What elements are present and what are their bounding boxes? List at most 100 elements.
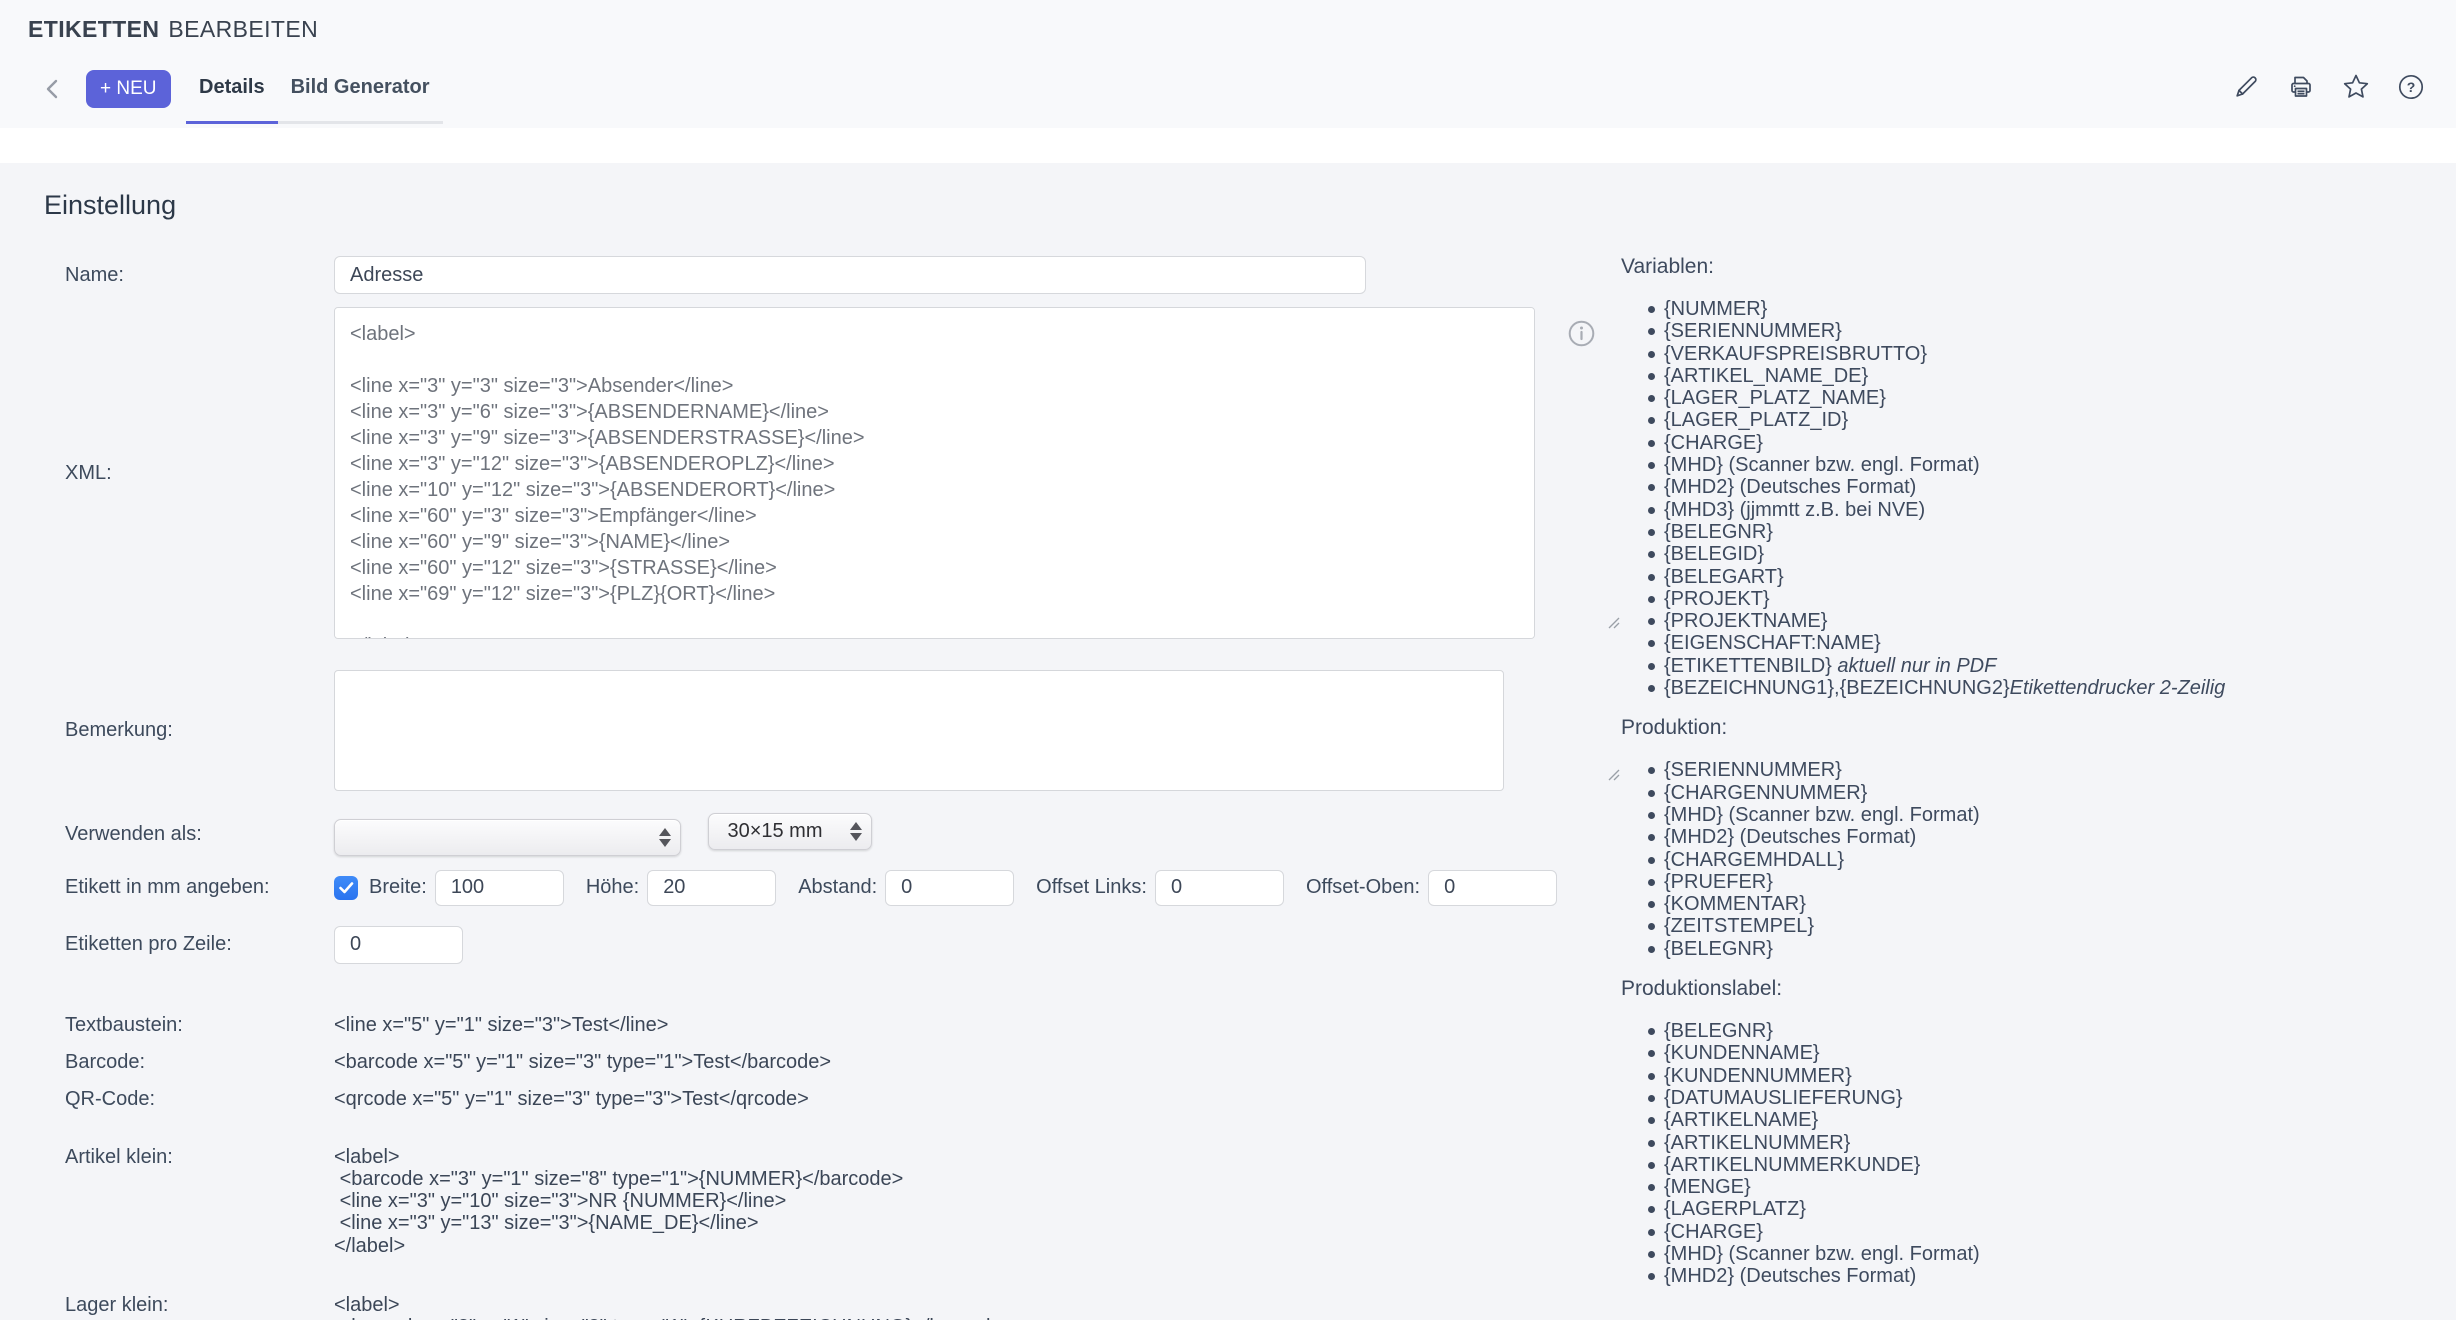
variable-text: {MHD2} (Deutsches Format): [1664, 476, 1916, 498]
back-button[interactable]: [36, 74, 70, 108]
mm-field-label: Offset Links:: [1036, 876, 1147, 899]
variable-text: {BELEGART}: [1664, 566, 1784, 588]
variable-item: {KOMMENTAR}: [1648, 893, 2433, 915]
variable-item: {MHD} (Scanner bzw. engl. Format): [1648, 804, 2433, 826]
variable-item: {KUNDENNUMMER}: [1648, 1065, 2433, 1087]
form-row-verwenden-als: Verwenden als: 30×15 mm: [44, 813, 1624, 856]
bemerkung-label: Bemerkung:: [44, 719, 334, 742]
variable-text: {ARTIKELNUMMER}: [1664, 1132, 1850, 1154]
variables-panel: Variablen: {NUMMER} {SERIENNUMMER} {VERK…: [1621, 255, 2433, 1305]
format-select[interactable]: 30×15 mm: [708, 813, 872, 850]
variable-item: {SERIENNUMMER}: [1648, 320, 2433, 342]
variable-text: {MHD} (Scanner bzw. engl. Format): [1664, 454, 1980, 476]
variable-text: {NUMMER}: [1664, 298, 1767, 320]
svg-text:?: ?: [2407, 79, 2416, 95]
select-arrows-icon: [659, 828, 671, 847]
form-row-artikel-klein: Artikel klein: <label> <barcode x="3" y=…: [44, 1146, 1624, 1257]
resize-handle-icon[interactable]: [1606, 615, 1620, 634]
variable-text: {MHD3} (jjmmtt z.B. bei NVE): [1664, 499, 1925, 521]
variable-item: {BELEGID}: [1648, 543, 2433, 565]
variable-item: {CHARGE}: [1648, 432, 2433, 454]
form-row-barcode: Barcode: <barcode x="5" y="1" size="3" t…: [44, 1051, 1624, 1074]
variable-item: {MHD} (Scanner bzw. engl. Format): [1648, 1243, 2433, 1265]
mm-field-input[interactable]: [1155, 870, 1284, 906]
lager-klein-label: Lager klein:: [44, 1294, 334, 1317]
variable-item: {CHARGEMHDALL}: [1648, 849, 2433, 871]
variable-text: {MHD} (Scanner bzw. engl. Format): [1664, 804, 1980, 826]
xml-textarea[interactable]: <label> <line x="3" y="3" size="3">Absen…: [334, 307, 1535, 639]
variable-item: {PROJEKTNAME}: [1648, 610, 2433, 632]
mm-field: Höhe:: [586, 870, 798, 906]
variable-item: {ARTIKEL_NAME_DE}: [1648, 365, 2433, 387]
mm-field-input[interactable]: [1428, 870, 1557, 906]
question-circle-icon[interactable]: ?: [2396, 72, 2426, 102]
etiketten-pro-zeile-label: Etiketten pro Zeile:: [44, 933, 334, 956]
variable-text: {CHARGEMHDALL}: [1664, 849, 1844, 871]
select-arrows-icon: [850, 822, 862, 841]
variable-item: {PRUEFER}: [1648, 871, 2433, 893]
qrcode-label: QR-Code:: [44, 1088, 334, 1111]
toolbar-icons: ?: [2231, 72, 2426, 102]
produktion-list: {SERIENNUMMER} {CHARGENNUMMER} {MHD} (Sc…: [1621, 759, 2433, 960]
variable-item: {BELEGNR}: [1648, 938, 2433, 960]
etiketten-pro-zeile-input[interactable]: [334, 926, 463, 964]
mm-field-input[interactable]: [647, 870, 776, 906]
form-row-etikett-mm: Etikett in mm angeben: Breite: Höhe:: [44, 870, 1624, 906]
variable-item: {MHD2} (Deutsches Format): [1648, 826, 2433, 848]
barcode-value: <barcode x="5" y="1" size="3" type="1">T…: [334, 1051, 1624, 1073]
variables-list: {NUMMER} {SERIENNUMMER} {VERKAUFSPREISBR…: [1621, 298, 2433, 699]
name-label: Name:: [44, 264, 334, 287]
variable-item: {KUNDENNAME}: [1648, 1042, 2433, 1064]
variable-text: {SERIENNUMMER}: [1664, 759, 1842, 781]
verwenden-als-select[interactable]: [334, 819, 681, 856]
variable-text: {ZEITSTEMPEL}: [1664, 915, 1814, 937]
variable-text: {ARTIKEL_NAME_DE}: [1664, 365, 1868, 387]
tab-bild-generator[interactable]: Bild Generator: [278, 76, 443, 124]
variable-text: {LAGER_PLATZ_NAME}: [1664, 387, 1886, 409]
xml-label: XML:: [44, 462, 334, 485]
mm-field-label: Abstand:: [798, 876, 877, 899]
variable-text: {BEZEICHNUNG1},{BEZEICHNUNG2}: [1664, 677, 2010, 699]
bemerkung-textarea[interactable]: [334, 670, 1504, 791]
variables-section-title: Variablen:: [1621, 255, 2433, 279]
artikel-klein-label: Artikel klein:: [44, 1146, 334, 1169]
chevron-left-icon: [40, 76, 66, 107]
info-circle-icon[interactable]: [1567, 319, 1596, 353]
etikett-mm-checkbox[interactable]: [334, 876, 358, 900]
toolbar-divider-strip: [0, 128, 2456, 163]
etikett-mm-fields: Breite: Höhe: Abstand: Offset Li: [334, 870, 1624, 906]
new-button[interactable]: + NEU: [86, 70, 171, 108]
mm-field: Offset-Oben:: [1306, 870, 1579, 906]
variable-text: {ARTIKELNAME}: [1664, 1109, 1818, 1131]
variable-item: {MHD} (Scanner bzw. engl. Format): [1648, 454, 2433, 476]
variable-text: {MHD} (Scanner bzw. engl. Format): [1664, 1243, 1980, 1265]
variable-text: {CHARGE}: [1664, 432, 1763, 454]
printer-icon[interactable]: [2286, 72, 2316, 102]
variable-item: {LAGERPLATZ}: [1648, 1198, 2433, 1220]
variable-text: {MHD2} (Deutsches Format): [1664, 1265, 1916, 1287]
variable-text: {BELEGNR}: [1664, 1020, 1773, 1042]
textbaustein-label: Textbaustein:: [44, 1014, 334, 1037]
variable-item: {ARTIKELNUMMERKUNDE}: [1648, 1154, 2433, 1176]
variable-text: {SERIENNUMMER}: [1664, 320, 1842, 342]
variable-item: {PROJEKT}: [1648, 588, 2433, 610]
variable-note: aktuell nur in PDF: [1837, 655, 1996, 677]
variable-text: {EIGENSCHAFT:NAME}: [1664, 632, 1881, 654]
mm-field-input[interactable]: [435, 870, 564, 906]
form-row-etiketten-pro-zeile: Etiketten pro Zeile:: [44, 926, 1624, 964]
name-input[interactable]: [334, 256, 1366, 294]
variable-item: {NUMMER}: [1648, 298, 2433, 320]
star-icon[interactable]: [2341, 72, 2371, 102]
mm-field-input[interactable]: [885, 870, 1014, 906]
variable-text: {LAGERPLATZ}: [1664, 1198, 1806, 1220]
settings-form: Einstellung Name: XML: <label> <line x="…: [44, 163, 1624, 1320]
verwenden-als-label: Verwenden als:: [44, 823, 334, 846]
resize-handle-icon[interactable]: [1606, 767, 1620, 786]
variable-text: {DATUMAUSLIEFERUNG}: [1664, 1087, 1903, 1109]
page-title: ETIKETTENBEARBEITEN: [28, 16, 318, 43]
section-title: Einstellung: [44, 190, 1624, 221]
tab-details[interactable]: Details: [186, 76, 278, 124]
variable-item: {MENGE}: [1648, 1176, 2433, 1198]
pencil-icon[interactable]: [2231, 72, 2261, 102]
variable-text: {KUNDENNAME}: [1664, 1042, 1820, 1064]
